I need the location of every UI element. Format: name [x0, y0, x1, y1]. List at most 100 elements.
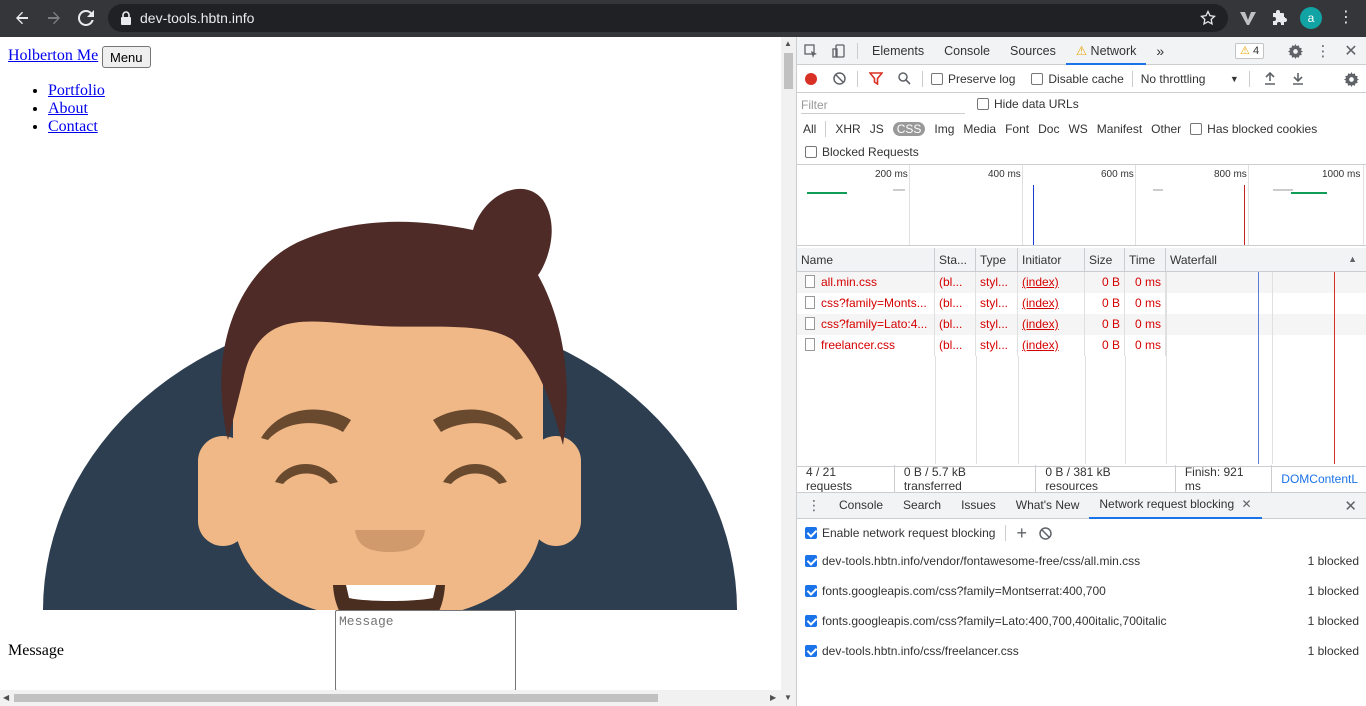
rule-checkbox[interactable]: fonts.googleapis.com/css?family=Lato:400…	[805, 614, 1167, 628]
page-horizontal-scrollbar[interactable]: ◀ ▶	[0, 690, 781, 706]
hide-data-urls-checkbox[interactable]: Hide data URLs	[977, 97, 1079, 111]
drawer-tab-whats-new[interactable]: What's New	[1006, 493, 1090, 518]
table-row[interactable]: all.min.css (bl... styl... (index) 0 B 0…	[797, 272, 1366, 293]
tab-network[interactable]: ⚠ Network	[1065, 37, 1147, 65]
table-row[interactable]: css?family=Lato:4... (bl... styl... (ind…	[797, 314, 1366, 335]
filter-icon[interactable]	[862, 65, 890, 93]
enable-blocking-checkbox[interactable]: Enable network request blocking	[805, 526, 995, 540]
forward-button[interactable]	[38, 2, 70, 34]
disable-cache-checkbox[interactable]: Disable cache	[1031, 72, 1124, 86]
blocking-rule-row[interactable]: fonts.googleapis.com/css?family=Lato:400…	[797, 606, 1366, 636]
enable-blocking-box[interactable]	[805, 527, 817, 539]
type-font[interactable]: Font	[1005, 122, 1029, 136]
nav-link-contact[interactable]: Contact	[48, 118, 98, 135]
rule-checkbox-box[interactable]	[805, 645, 817, 657]
tab-console[interactable]: Console	[934, 37, 1000, 65]
close-tab-icon[interactable]: ✕	[1241, 497, 1251, 511]
col-status[interactable]: Sta...	[935, 248, 976, 272]
extension-v-icon[interactable]	[1236, 6, 1260, 30]
type-media[interactable]: Media	[963, 122, 996, 136]
request-initiator[interactable]: (index)	[1018, 293, 1085, 314]
disable-cache-box[interactable]	[1031, 72, 1044, 85]
blocking-rule-row[interactable]: dev-tools.hbtn.info/vendor/fontawesome-f…	[797, 546, 1366, 576]
message-textarea[interactable]: Message	[335, 610, 516, 691]
scroll-up-icon[interactable]: ▲	[784, 39, 792, 48]
warnings-badge[interactable]: ⚠ 4	[1235, 43, 1265, 59]
extensions-puzzle-icon[interactable]	[1268, 6, 1292, 30]
col-waterfall[interactable]: Waterfall	[1166, 248, 1366, 272]
h-scroll-thumb[interactable]	[14, 694, 658, 702]
add-pattern-icon[interactable]: +	[1016, 523, 1027, 544]
type-doc[interactable]: Doc	[1038, 122, 1059, 136]
blocked-requests-box[interactable]	[805, 146, 817, 158]
record-icon[interactable]	[797, 65, 825, 93]
request-initiator[interactable]: (index)	[1018, 314, 1085, 335]
nav-link-about[interactable]: About	[48, 100, 88, 117]
bookmark-star-icon[interactable]	[1200, 10, 1216, 26]
col-name[interactable]: Name	[797, 248, 935, 272]
rule-checkbox[interactable]: dev-tools.hbtn.info/css/freelancer.css	[805, 644, 1019, 658]
timeline-overview[interactable]: 200 ms 400 ms 600 ms 800 ms 1000 ms	[797, 164, 1366, 246]
clear-icon[interactable]	[825, 65, 853, 93]
inspect-element-icon[interactable]	[797, 37, 825, 65]
search-icon[interactable]	[890, 65, 918, 93]
page-vertical-scrollbar[interactable]: ▲ ▼	[781, 37, 796, 706]
col-type[interactable]: Type	[976, 248, 1018, 272]
settings-gear-icon[interactable]	[1281, 37, 1309, 65]
col-size[interactable]: Size	[1085, 248, 1125, 272]
col-initiator[interactable]: Initiator	[1018, 248, 1085, 272]
type-other[interactable]: Other	[1151, 122, 1181, 136]
preserve-log-checkbox[interactable]: Preserve log	[931, 72, 1015, 86]
rule-checkbox[interactable]: fonts.googleapis.com/css?family=Montserr…	[805, 584, 1106, 598]
type-xhr[interactable]: XHR	[835, 122, 860, 136]
request-initiator[interactable]: (index)	[1018, 335, 1085, 356]
tab-elements[interactable]: Elements	[862, 37, 934, 65]
scroll-thumb[interactable]	[784, 53, 793, 89]
type-ws[interactable]: WS	[1068, 122, 1087, 136]
profile-avatar[interactable]: a	[1300, 7, 1322, 29]
filter-input[interactable]: Filter	[801, 96, 965, 114]
rule-checkbox[interactable]: dev-tools.hbtn.info/vendor/fontawesome-f…	[805, 554, 1140, 568]
drawer-tab-issues[interactable]: Issues	[951, 493, 1006, 518]
more-tabs-icon[interactable]: »	[1146, 37, 1174, 65]
address-bar[interactable]: dev-tools.hbtn.info	[108, 4, 1228, 32]
blocking-rule-row[interactable]: dev-tools.hbtn.info/css/freelancer.css 1…	[797, 636, 1366, 666]
type-manifest[interactable]: Manifest	[1097, 122, 1142, 136]
scroll-right-icon[interactable]: ▶	[770, 693, 776, 702]
type-js[interactable]: JS	[870, 122, 884, 136]
type-all[interactable]: All	[803, 122, 816, 136]
col-time[interactable]: Time	[1125, 248, 1166, 272]
export-har-icon[interactable]	[1284, 65, 1312, 93]
has-blocked-cookies-box[interactable]	[1190, 123, 1203, 135]
preserve-log-box[interactable]	[931, 72, 943, 85]
throttling-select[interactable]: No throttling ▼	[1141, 72, 1239, 86]
table-row[interactable]: css?family=Monts... (bl... styl... (inde…	[797, 293, 1366, 314]
type-css[interactable]: CSS	[892, 122, 926, 136]
table-row[interactable]: freelancer.css (bl... styl... (index) 0 …	[797, 335, 1366, 356]
close-drawer-icon[interactable]: ✕	[1344, 497, 1357, 515]
drawer-tab-network-request-blocking[interactable]: Network request blocking ✕	[1089, 492, 1262, 519]
scroll-left-icon[interactable]: ◀	[3, 693, 9, 702]
network-settings-gear-icon[interactable]	[1337, 65, 1365, 93]
rule-checkbox-box[interactable]	[805, 585, 817, 597]
device-toolbar-icon[interactable]	[825, 37, 853, 65]
browser-menu-icon[interactable]: ⋮	[1338, 8, 1354, 28]
scroll-down-icon[interactable]: ▼	[784, 693, 792, 702]
back-button[interactable]	[6, 2, 38, 34]
hide-data-urls-box[interactable]	[977, 98, 989, 110]
type-img[interactable]: Img	[934, 122, 954, 136]
devtools-menu-icon[interactable]: ⋮	[1309, 37, 1337, 65]
reload-button[interactable]	[70, 2, 102, 34]
menu-button[interactable]: Menu	[102, 46, 151, 68]
drawer-tab-console[interactable]: Console	[829, 493, 893, 518]
site-title-link[interactable]: Holberton Me	[8, 47, 98, 65]
import-har-icon[interactable]	[1256, 65, 1284, 93]
has-blocked-cookies-checkbox[interactable]: Has blocked cookies	[1190, 122, 1317, 136]
close-devtools-icon[interactable]: ✕	[1337, 37, 1365, 65]
request-initiator[interactable]: (index)	[1018, 272, 1085, 293]
blocking-rule-row[interactable]: fonts.googleapis.com/css?family=Montserr…	[797, 576, 1366, 606]
tab-sources[interactable]: Sources	[1000, 37, 1066, 65]
drawer-tab-search[interactable]: Search	[893, 493, 951, 518]
rule-checkbox-box[interactable]	[805, 615, 817, 627]
rule-checkbox-box[interactable]	[805, 555, 817, 567]
